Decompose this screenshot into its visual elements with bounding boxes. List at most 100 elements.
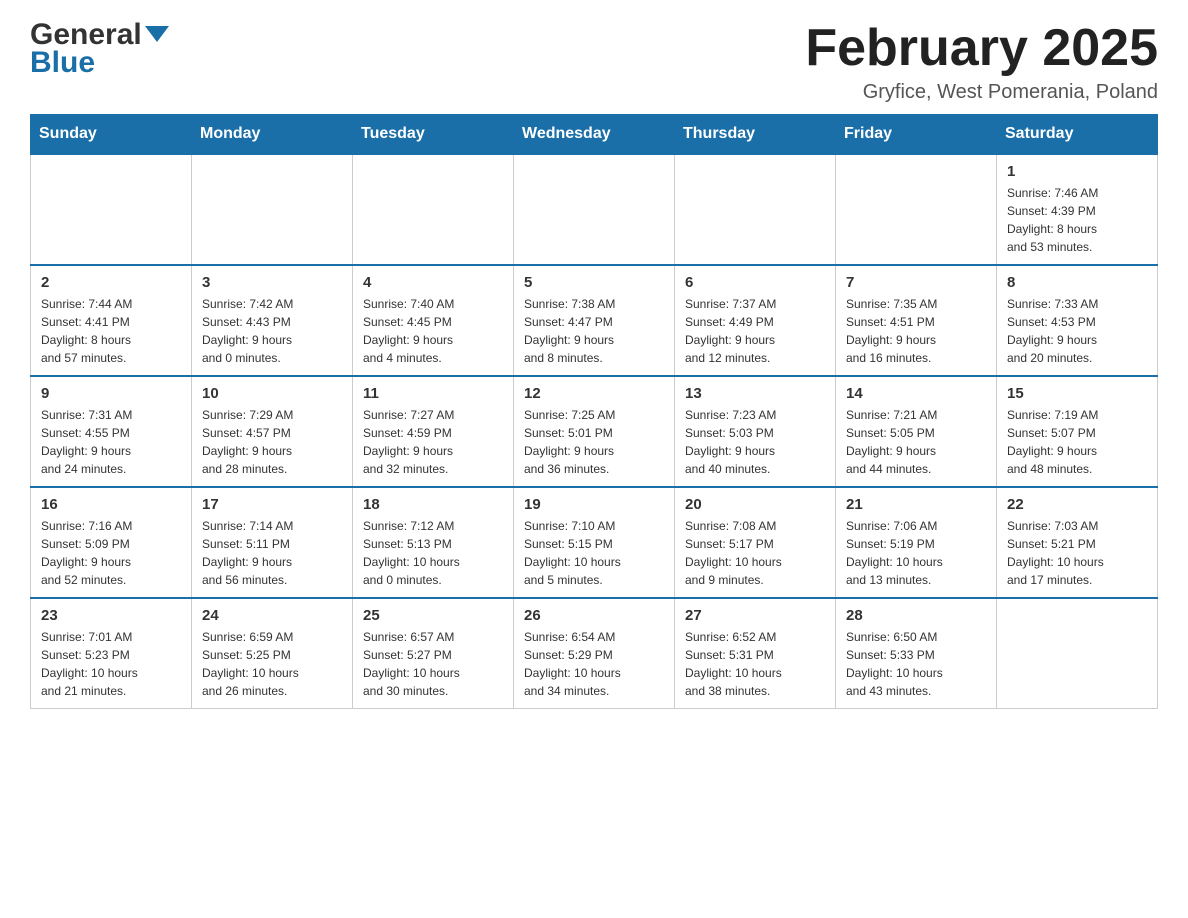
calendar-week-row: 23 Sunrise: 7:01 AMSunset: 5:23 PMDayligh…	[31, 598, 1158, 709]
day-number: 15	[1007, 385, 1147, 402]
day-number: 5	[524, 274, 664, 291]
calendar-week-row: 16 Sunrise: 7:16 AMSunset: 5:09 PMDayligh…	[31, 487, 1158, 598]
day-number: 9	[41, 385, 181, 402]
day-info: Sunrise: 7:40 AMSunset: 4:45 PMDaylight:…	[363, 295, 503, 367]
calendar-cell: 11Sunrise: 7:27 AMSunset: 4:59 PMDayligh…	[353, 376, 514, 487]
calendar-header: SundayMondayTuesdayWednesdayThursdayFrid…	[31, 115, 1158, 155]
day-info: Sunrise: 7:23 AMSunset: 5:03 PMDaylight:…	[685, 406, 825, 478]
calendar-cell	[192, 154, 353, 265]
day-info: Sunrise: 7:21 AMSunset: 5:05 PMDaylight:…	[846, 406, 986, 478]
weekday-header-monday: Monday	[192, 115, 353, 155]
day-number: 26	[524, 607, 664, 624]
day-number: 23	[41, 607, 181, 624]
calendar-cell: 7 Sunrise: 7:35 AMSunset: 4:51 PMDaylight…	[836, 265, 997, 376]
calendar-cell: 18 Sunrise: 7:12 AMSunset: 5:13 PMDayligh…	[353, 487, 514, 598]
day-info: Sunrise: 7:12 AMSunset: 5:13 PMDaylight:…	[363, 517, 503, 589]
calendar-cell: 2 Sunrise: 7:44 AMSunset: 4:41 PMDaylight…	[31, 265, 192, 376]
day-info: Sunrise: 7:14 AMSunset: 5:11 PMDaylight:…	[202, 517, 342, 589]
logo-name: General Blue	[30, 20, 169, 78]
calendar-cell	[836, 154, 997, 265]
calendar-cell: 15 Sunrise: 7:19 AMSunset: 5:07 PMDayligh…	[997, 376, 1158, 487]
calendar-subtitle: Gryfice, West Pomerania, Poland	[805, 81, 1158, 104]
calendar-cell: 20 Sunrise: 7:08 AMSunset: 5:17 PMDayligh…	[675, 487, 836, 598]
calendar-cell: 9 Sunrise: 7:31 AMSunset: 4:55 PMDaylight…	[31, 376, 192, 487]
title-block: February 2025 Gryfice, West Pomerania, P…	[805, 20, 1158, 104]
day-number: 3	[202, 274, 342, 291]
calendar-cell: 19 Sunrise: 7:10 AMSunset: 5:15 PMDayligh…	[514, 487, 675, 598]
calendar-cell: 25 Sunrise: 6:57 AMSunset: 5:27 PMDayligh…	[353, 598, 514, 709]
day-info: Sunrise: 7:03 AMSunset: 5:21 PMDaylight:…	[1007, 517, 1147, 589]
day-number: 22	[1007, 496, 1147, 513]
day-info: Sunrise: 7:01 AMSunset: 5:23 PMDaylight:…	[41, 628, 181, 700]
day-info: Sunrise: 6:50 AMSunset: 5:33 PMDaylight:…	[846, 628, 986, 700]
day-info: Sunrise: 7:37 AMSunset: 4:49 PMDaylight:…	[685, 295, 825, 367]
calendar-cell: 13 Sunrise: 7:23 AMSunset: 5:03 PMDayligh…	[675, 376, 836, 487]
calendar-cell: 21 Sunrise: 7:06 AMSunset: 5:19 PMDayligh…	[836, 487, 997, 598]
calendar-cell: 1 Sunrise: 7:46 AMSunset: 4:39 PMDaylight…	[997, 154, 1158, 265]
weekday-header-tuesday: Tuesday	[353, 115, 514, 155]
day-info: Sunrise: 6:54 AMSunset: 5:29 PMDaylight:…	[524, 628, 664, 700]
calendar-cell: 4 Sunrise: 7:40 AMSunset: 4:45 PMDaylight…	[353, 265, 514, 376]
weekday-header-wednesday: Wednesday	[514, 115, 675, 155]
calendar-body: 1 Sunrise: 7:46 AMSunset: 4:39 PMDaylight…	[31, 154, 1158, 709]
calendar-cell: 12 Sunrise: 7:25 AMSunset: 5:01 PMDayligh…	[514, 376, 675, 487]
weekday-header-friday: Friday	[836, 115, 997, 155]
calendar-cell: 3 Sunrise: 7:42 AMSunset: 4:43 PMDaylight…	[192, 265, 353, 376]
calendar-table: SundayMondayTuesdayWednesdayThursdayFrid…	[30, 114, 1158, 709]
day-number: 17	[202, 496, 342, 513]
calendar-week-row: 1 Sunrise: 7:46 AMSunset: 4:39 PMDaylight…	[31, 154, 1158, 265]
calendar-cell	[31, 154, 192, 265]
day-info: Sunrise: 7:35 AMSunset: 4:51 PMDaylight:…	[846, 295, 986, 367]
day-number: 14	[846, 385, 986, 402]
day-info: Sunrise: 7:27 AMSunset: 4:59 PMDaylight:…	[363, 406, 503, 478]
calendar-cell: 23 Sunrise: 7:01 AMSunset: 5:23 PMDayligh…	[31, 598, 192, 709]
calendar-cell	[353, 154, 514, 265]
day-info: Sunrise: 6:52 AMSunset: 5:31 PMDaylight:…	[685, 628, 825, 700]
day-info: Sunrise: 7:46 AMSunset: 4:39 PMDaylight:…	[1007, 184, 1147, 256]
day-number: 16	[41, 496, 181, 513]
day-info: Sunrise: 7:33 AMSunset: 4:53 PMDaylight:…	[1007, 295, 1147, 367]
calendar-cell: 24Sunrise: 6:59 AMSunset: 5:25 PMDayligh…	[192, 598, 353, 709]
logo: General Blue	[30, 20, 169, 78]
day-info: Sunrise: 7:06 AMSunset: 5:19 PMDaylight:…	[846, 517, 986, 589]
day-number: 12	[524, 385, 664, 402]
day-number: 20	[685, 496, 825, 513]
day-number: 19	[524, 496, 664, 513]
calendar-cell: 27Sunrise: 6:52 AMSunset: 5:31 PMDayligh…	[675, 598, 836, 709]
calendar-cell: 17 Sunrise: 7:14 AMSunset: 5:11 PMDayligh…	[192, 487, 353, 598]
weekday-header-saturday: Saturday	[997, 115, 1158, 155]
calendar-cell	[514, 154, 675, 265]
day-info: Sunrise: 7:08 AMSunset: 5:17 PMDaylight:…	[685, 517, 825, 589]
day-info: Sunrise: 7:25 AMSunset: 5:01 PMDaylight:…	[524, 406, 664, 478]
day-number: 25	[363, 607, 503, 624]
day-info: Sunrise: 7:29 AMSunset: 4:57 PMDaylight:…	[202, 406, 342, 478]
day-info: Sunrise: 7:10 AMSunset: 5:15 PMDaylight:…	[524, 517, 664, 589]
day-info: Sunrise: 7:38 AMSunset: 4:47 PMDaylight:…	[524, 295, 664, 367]
day-number: 18	[363, 496, 503, 513]
calendar-cell: 22 Sunrise: 7:03 AMSunset: 5:21 PMDayligh…	[997, 487, 1158, 598]
day-info: Sunrise: 6:57 AMSunset: 5:27 PMDaylight:…	[363, 628, 503, 700]
day-info: Sunrise: 7:42 AMSunset: 4:43 PMDaylight:…	[202, 295, 342, 367]
weekday-header-sunday: Sunday	[31, 115, 192, 155]
day-number: 21	[846, 496, 986, 513]
day-number: 8	[1007, 274, 1147, 291]
day-number: 1	[1007, 163, 1147, 180]
calendar-week-row: 2 Sunrise: 7:44 AMSunset: 4:41 PMDaylight…	[31, 265, 1158, 376]
day-number: 2	[41, 274, 181, 291]
calendar-cell: 26 Sunrise: 6:54 AMSunset: 5:29 PMDayligh…	[514, 598, 675, 709]
day-number: 4	[363, 274, 503, 291]
day-info: Sunrise: 7:19 AMSunset: 5:07 PMDaylight:…	[1007, 406, 1147, 478]
calendar-cell	[675, 154, 836, 265]
day-number: 13	[685, 385, 825, 402]
day-number: 28	[846, 607, 986, 624]
day-info: Sunrise: 7:31 AMSunset: 4:55 PMDaylight:…	[41, 406, 181, 478]
day-number: 7	[846, 274, 986, 291]
weekday-header-thursday: Thursday	[675, 115, 836, 155]
day-info: Sunrise: 7:44 AMSunset: 4:41 PMDaylight:…	[41, 295, 181, 367]
calendar-title: February 2025	[805, 20, 1158, 77]
page-header: General Blue February 2025 Gryfice, West…	[30, 20, 1158, 104]
day-number: 10	[202, 385, 342, 402]
day-info: Sunrise: 7:16 AMSunset: 5:09 PMDaylight:…	[41, 517, 181, 589]
calendar-cell: 14 Sunrise: 7:21 AMSunset: 5:05 PMDayligh…	[836, 376, 997, 487]
calendar-cell: 16 Sunrise: 7:16 AMSunset: 5:09 PMDayligh…	[31, 487, 192, 598]
